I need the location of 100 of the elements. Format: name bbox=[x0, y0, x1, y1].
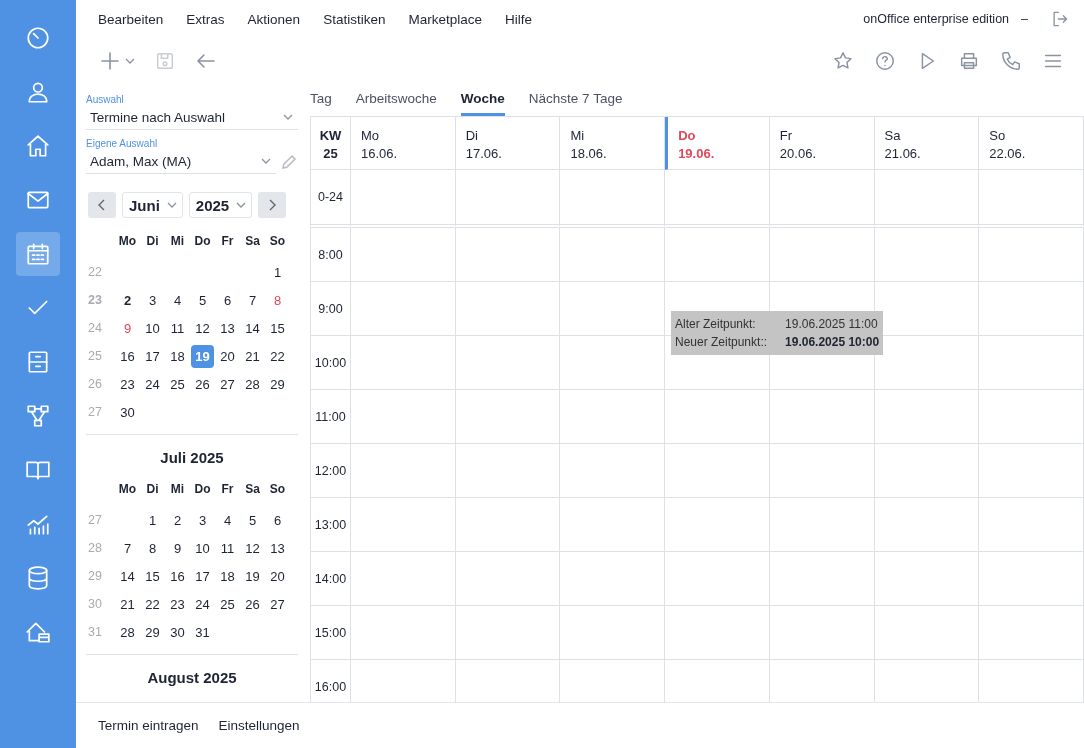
calendar-day[interactable]: 31 bbox=[191, 620, 214, 644]
time-slot[interactable] bbox=[560, 606, 666, 660]
calendar-day[interactable]: 13 bbox=[216, 316, 239, 340]
calendar-day[interactable]: 22 bbox=[266, 344, 289, 368]
all-day-slot[interactable] bbox=[665, 170, 770, 228]
calendar-day[interactable]: 1 bbox=[266, 260, 289, 284]
calendar-day[interactable]: 24 bbox=[191, 592, 214, 616]
time-slot[interactable] bbox=[874, 498, 980, 552]
calendar-day[interactable]: 20 bbox=[216, 344, 239, 368]
calendar-day[interactable]: 15 bbox=[266, 316, 289, 340]
time-slot[interactable] bbox=[769, 606, 875, 660]
time-slot[interactable] bbox=[351, 498, 456, 552]
calendar-day[interactable]: 10 bbox=[141, 316, 164, 340]
help-icon[interactable] bbox=[874, 50, 896, 72]
time-slot[interactable] bbox=[351, 444, 456, 498]
house-office-icon[interactable] bbox=[25, 619, 51, 645]
calendar-day[interactable]: 20 bbox=[266, 564, 289, 588]
time-slot[interactable] bbox=[874, 390, 980, 444]
calendar-day[interactable]: 16 bbox=[116, 344, 139, 368]
all-day-slot[interactable] bbox=[455, 170, 561, 228]
time-slot[interactable] bbox=[979, 228, 1084, 282]
time-slot[interactable] bbox=[560, 390, 666, 444]
time-slot[interactable] bbox=[455, 228, 561, 282]
calendar-day[interactable]: 11 bbox=[216, 536, 239, 560]
calendar-day[interactable]: 29 bbox=[266, 372, 289, 396]
calendar-day[interactable]: 24 bbox=[141, 372, 164, 396]
calendar-day[interactable]: 7 bbox=[116, 536, 139, 560]
time-slot[interactable] bbox=[351, 552, 456, 606]
calendar-day[interactable]: 9 bbox=[116, 316, 139, 340]
time-slot[interactable] bbox=[874, 552, 980, 606]
calendar-day[interactable]: 29 bbox=[141, 620, 164, 644]
calendar-day[interactable]: 2 bbox=[166, 508, 189, 532]
all-day-slot[interactable] bbox=[874, 170, 980, 228]
time-slot[interactable] bbox=[560, 498, 666, 552]
time-slot[interactable] bbox=[351, 606, 456, 660]
calendar-day[interactable]: 12 bbox=[241, 536, 264, 560]
print-icon[interactable] bbox=[958, 50, 980, 72]
time-slot[interactable] bbox=[351, 390, 456, 444]
calendar-day[interactable]: 28 bbox=[241, 372, 264, 396]
calendar-day[interactable]: 14 bbox=[116, 564, 139, 588]
calendar-day[interactable]: 9 bbox=[166, 536, 189, 560]
calendar-day[interactable]: 17 bbox=[141, 344, 164, 368]
filing-cabinet-icon[interactable] bbox=[25, 349, 51, 375]
calendar-day[interactable]: 2 bbox=[116, 288, 139, 312]
menu-item[interactable]: Statistiken bbox=[323, 11, 386, 27]
calendar-day[interactable]: 25 bbox=[166, 372, 189, 396]
time-slot[interactable] bbox=[874, 228, 980, 282]
calendar-day[interactable]: 1 bbox=[141, 508, 164, 532]
next-month-button[interactable] bbox=[258, 192, 287, 218]
time-slot[interactable] bbox=[979, 606, 1084, 660]
time-slot[interactable] bbox=[560, 444, 666, 498]
menu-item[interactable]: Bearbeiten bbox=[98, 11, 164, 27]
time-slot[interactable] bbox=[769, 444, 875, 498]
all-day-slot[interactable] bbox=[351, 170, 456, 228]
star-icon[interactable] bbox=[832, 50, 854, 72]
calendar-day[interactable]: 6 bbox=[266, 508, 289, 532]
time-slot[interactable] bbox=[455, 552, 561, 606]
home-icon[interactable] bbox=[25, 133, 51, 159]
time-slot[interactable] bbox=[769, 552, 875, 606]
time-slot[interactable] bbox=[455, 444, 561, 498]
time-slot[interactable] bbox=[560, 336, 666, 390]
view-tab[interactable]: Woche bbox=[460, 84, 505, 116]
select-field[interactable]: Adam, Max (MA) bbox=[86, 149, 276, 174]
calendar-day[interactable]: 10 bbox=[191, 536, 214, 560]
time-slot[interactable] bbox=[455, 606, 561, 660]
previous-month-button[interactable] bbox=[88, 192, 116, 218]
sidebar-item[interactable] bbox=[16, 232, 60, 276]
footer-button[interactable]: Einstellungen bbox=[218, 718, 300, 733]
calendar-day[interactable]: 21 bbox=[116, 592, 139, 616]
time-slot[interactable] bbox=[874, 444, 980, 498]
pencil-icon[interactable] bbox=[280, 152, 298, 171]
all-day-slot[interactable] bbox=[979, 170, 1084, 228]
calendar-day[interactable]: 18 bbox=[166, 344, 189, 368]
time-slot[interactable] bbox=[979, 390, 1084, 444]
time-slot[interactable] bbox=[665, 498, 770, 552]
time-slot[interactable] bbox=[455, 282, 561, 336]
calendar-day[interactable]: 19 bbox=[241, 564, 264, 588]
time-slot[interactable] bbox=[665, 606, 770, 660]
time-slot[interactable] bbox=[455, 390, 561, 444]
time-slot[interactable] bbox=[351, 228, 456, 282]
menu-item[interactable]: Extras bbox=[186, 11, 225, 27]
calendar-day[interactable]: 21 bbox=[241, 344, 264, 368]
dashboard-gauge-icon[interactable] bbox=[25, 25, 51, 51]
time-slot[interactable] bbox=[979, 336, 1084, 390]
calendar-day[interactable]: 4 bbox=[166, 288, 189, 312]
footer-button[interactable]: Termin eintragen bbox=[98, 718, 199, 733]
calendar-day[interactable]: 12 bbox=[191, 316, 214, 340]
calendar-day[interactable]: 17 bbox=[191, 564, 214, 588]
month-select[interactable]: Juni bbox=[122, 192, 183, 218]
time-slot[interactable] bbox=[979, 498, 1084, 552]
time-slot[interactable] bbox=[560, 282, 666, 336]
database-icon[interactable] bbox=[25, 565, 51, 591]
time-slot[interactable] bbox=[769, 498, 875, 552]
calendar-day[interactable]: 25 bbox=[216, 592, 239, 616]
calendar-day[interactable]: 3 bbox=[141, 288, 164, 312]
time-slot[interactable] bbox=[769, 390, 875, 444]
plus-icon[interactable] bbox=[98, 49, 122, 73]
time-slot[interactable] bbox=[665, 444, 770, 498]
calendar-day[interactable]: 27 bbox=[216, 372, 239, 396]
time-slot[interactable] bbox=[455, 498, 561, 552]
